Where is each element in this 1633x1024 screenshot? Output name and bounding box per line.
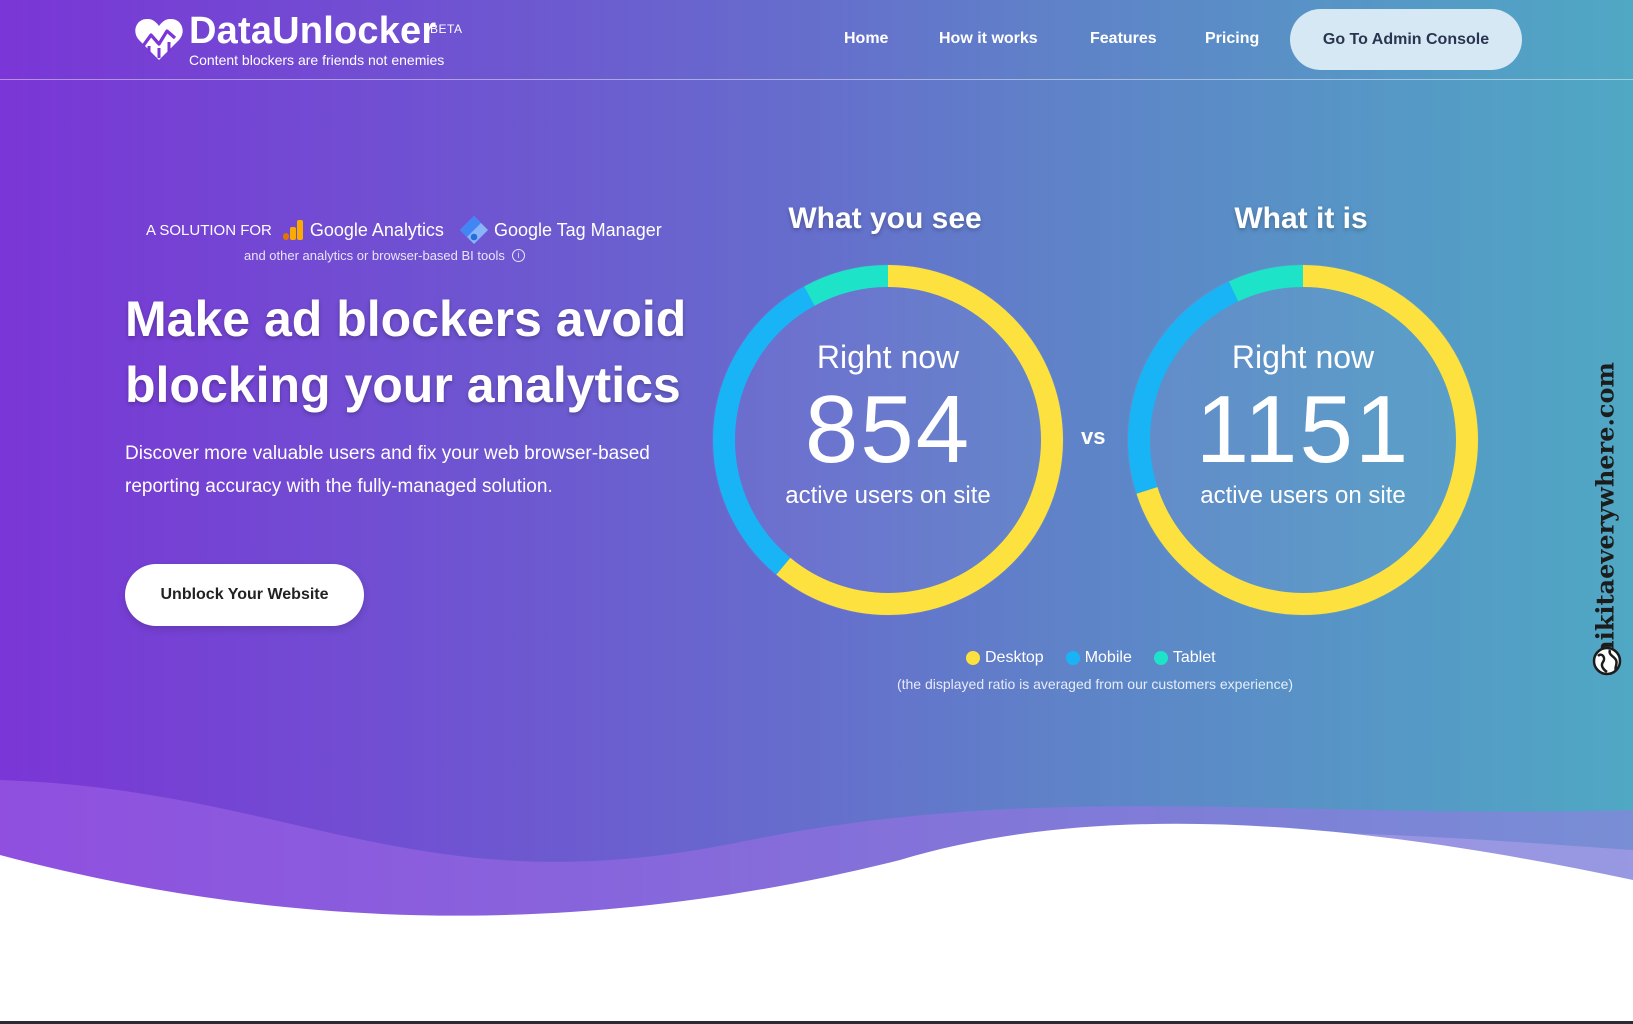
- site-header: DataUnlocker BETA Content blockers are f…: [0, 0, 1633, 80]
- nav-features[interactable]: Features: [1090, 30, 1157, 48]
- legend-desktop-label: Desktop: [985, 649, 1044, 666]
- hero-headline: Make ad blockers avoid blocking your ana…: [125, 291, 687, 413]
- mobile-dot-icon: [1065, 651, 1080, 665]
- nav-home[interactable]: Home: [844, 30, 888, 48]
- device-legend: Desktop Mobile Tablet: [966, 649, 1238, 667]
- seen-users-count: 854: [804, 376, 972, 483]
- wave-decoration: [0, 780, 1633, 1024]
- google-tag-manager-label: Google Tag Manager: [493, 219, 662, 240]
- beta-badge: BETA: [430, 22, 463, 36]
- legend-desktop: Desktop: [966, 649, 1044, 667]
- hero-lead: Discover more valuable users and fix you…: [125, 443, 650, 497]
- gauge-subcaption: active users on site: [785, 482, 991, 509]
- vs-label: vs: [1081, 424, 1106, 449]
- solution-for-label: A SOLUTION FOR: [146, 221, 272, 239]
- what-you-see-title: What you see: [788, 202, 982, 235]
- other-tools-note: and other analytics or browser-based BI …: [244, 248, 525, 263]
- gauge-caption: Right now: [816, 339, 960, 375]
- watermark-text: nikitaeverywhere.com: [1590, 362, 1620, 658]
- nav-pricing[interactable]: Pricing: [1205, 30, 1259, 48]
- globe-avatar-icon: [1592, 646, 1622, 676]
- admin-console-button[interactable]: Go To Admin Console: [1290, 9, 1522, 70]
- nav-how-it-works[interactable]: How it works: [939, 30, 1038, 48]
- other-tools-text: and other analytics or browser-based BI …: [244, 248, 505, 263]
- ratio-note: (the displayed ratio is averaged from ou…: [896, 676, 1294, 692]
- brand-name[interactable]: DataUnlocker: [189, 10, 436, 53]
- gauge-what-you-see: Right now 854 active users on site: [711, 263, 1065, 617]
- gauge-caption: Right now: [1231, 339, 1375, 375]
- brand-tagline: Content blockers are friends not enemies: [189, 52, 445, 68]
- heart-chart-logo-icon[interactable]: [134, 16, 184, 62]
- solution-for-row: A SOLUTION FOR Google Analytics Google T…: [146, 215, 662, 245]
- info-icon[interactable]: i: [511, 249, 525, 262]
- tablet-dot-icon: [1153, 651, 1168, 665]
- legend-mobile-label: Mobile: [1084, 649, 1132, 666]
- google-tag-manager-icon: [459, 216, 488, 244]
- actual-users-count: 1151: [1195, 376, 1411, 483]
- watermark: nikitaeverywhere.com: [1585, 340, 1625, 680]
- unblock-website-button[interactable]: Unblock Your Website: [125, 564, 364, 626]
- desktop-dot-icon: [966, 651, 980, 665]
- legend-mobile: Mobile: [1065, 649, 1132, 667]
- legend-tablet-label: Tablet: [1172, 649, 1216, 666]
- gauge-subcaption: active users on site: [1200, 482, 1406, 509]
- google-analytics-icon: [282, 220, 303, 240]
- legend-tablet: Tablet: [1153, 649, 1216, 667]
- gauge-what-it-is: Right now 1151 active users on site: [1126, 263, 1480, 617]
- what-it-is-title: What it is: [1234, 202, 1368, 235]
- google-analytics-label: Google Analytics: [309, 219, 444, 240]
